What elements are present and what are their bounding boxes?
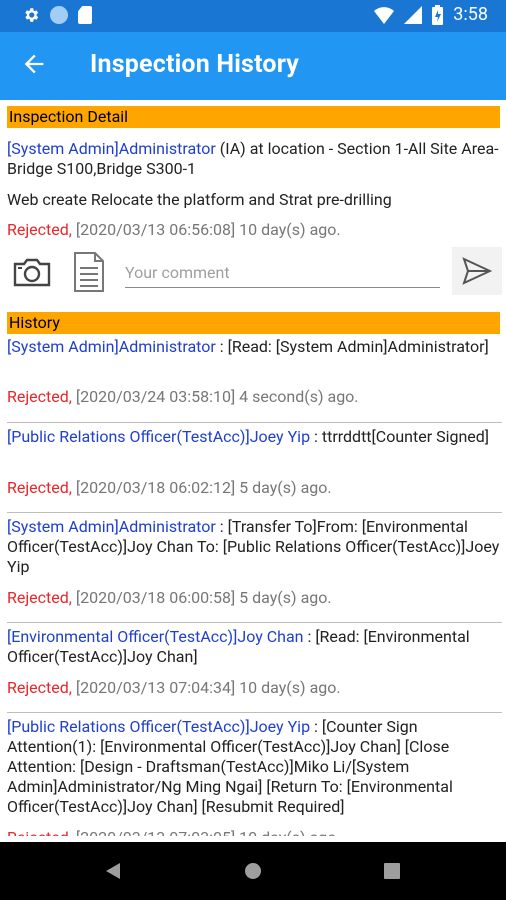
history-timestamp: [2020/03/18 06:02:12] 5 day(s) ago. [71, 478, 332, 497]
divider [7, 512, 502, 513]
wifi-icon [374, 6, 395, 24]
history-item-status-line: Rejected, [2020/03/13 07:03:05] 10 day(s… [7, 828, 502, 836]
history-header: History [7, 312, 500, 334]
history-timestamp: [2020/03/13 07:03:05] 10 day(s) ago. [72, 828, 341, 836]
detail-summary: [System Admin]Administrator (IA) at loca… [7, 139, 502, 179]
history-item-text: [System Admin]Administrator : [Read: [Sy… [7, 337, 502, 357]
history-item-text: [System Admin]Administrator : [Transfer … [7, 517, 502, 577]
history-item-status-line: Rejected, [2020/03/24 03:58:10] 4 second… [7, 387, 502, 407]
history-message: : ttrrddtt[Counter Signed] [310, 427, 490, 446]
history-item-status-line: Rejected, [2020/03/18 06:02:12] 5 day(s)… [7, 478, 502, 498]
history-actor-link[interactable]: [Public Relations Officer(TestAcc)]Joey … [7, 427, 310, 446]
history-status: Rejected, [7, 478, 72, 497]
history-item-status-line: Rejected, [2020/03/13 07:04:34] 10 day(s… [7, 678, 502, 698]
nav-back-icon[interactable] [104, 862, 122, 880]
history-item-text: [Public Relations Officer(TestAcc)]Joey … [7, 717, 502, 817]
history-status: Rejected, [7, 828, 72, 836]
detail-description: Web create Relocate the platform and Str… [7, 190, 392, 209]
send-icon [462, 257, 492, 285]
divider [7, 422, 502, 423]
status-time: 3:58 [453, 4, 488, 25]
history-actor-link[interactable]: [System Admin]Administrator [7, 517, 216, 536]
gear-icon [25, 8, 39, 22]
divider [7, 712, 502, 713]
back-arrow-icon[interactable] [20, 50, 48, 78]
inspection-detail-header: Inspection Detail [7, 106, 500, 128]
detail-timestamp: [2020/03/13 06:56:08] 10 day(s) ago. [71, 220, 341, 239]
history-item-text: [Environmental Officer(TestAcc)]Joy Chan… [7, 627, 502, 667]
circle-icon [50, 6, 68, 24]
app-bar: Inspection History [0, 32, 506, 100]
sd-card-icon [78, 6, 92, 24]
document-icon[interactable] [73, 251, 105, 293]
battery-icon [432, 4, 444, 25]
detail-status: Rejected, [7, 220, 72, 239]
history-actor-link[interactable]: [Environmental Officer(TestAcc)]Joy Chan [7, 627, 304, 646]
system-nav-bar [0, 842, 506, 900]
nav-home-icon[interactable] [244, 862, 262, 880]
cell-signal-icon [404, 5, 423, 24]
history-status: Rejected, [7, 387, 72, 406]
history-item-status-line: Rejected, [2020/03/18 06:00:58] 5 day(s)… [7, 588, 502, 608]
camera-icon[interactable] [12, 256, 52, 288]
history-timestamp: [2020/03/24 03:58:10] 4 second(s) ago. [71, 387, 359, 406]
page-title: Inspection History [90, 50, 300, 79]
history-message: : [Read: [System Admin]Administrator] [215, 337, 489, 356]
comment-input[interactable]: Your comment [125, 260, 440, 288]
status-bar: 3:58 [0, 0, 506, 32]
history-timestamp: [2020/03/13 07:04:34] 10 day(s) ago. [71, 678, 341, 697]
history-status: Rejected, [7, 588, 72, 607]
history-timestamp: [2020/03/18 06:00:58] 5 day(s) ago. [71, 588, 332, 607]
detail-status-line: Rejected, [2020/03/13 06:56:08] 10 day(s… [7, 220, 502, 240]
history-actor-link[interactable]: [System Admin]Administrator [7, 337, 216, 356]
history-status: Rejected, [7, 678, 72, 697]
history-item-text: [Public Relations Officer(TestAcc)]Joey … [7, 427, 502, 447]
nav-recents-icon[interactable] [384, 863, 400, 879]
divider [7, 622, 502, 623]
send-button[interactable] [452, 247, 502, 295]
history-actor-link[interactable]: [Public Relations Officer(TestAcc)]Joey … [7, 717, 310, 736]
detail-actor-link[interactable]: [System Admin]Administrator [7, 139, 216, 158]
